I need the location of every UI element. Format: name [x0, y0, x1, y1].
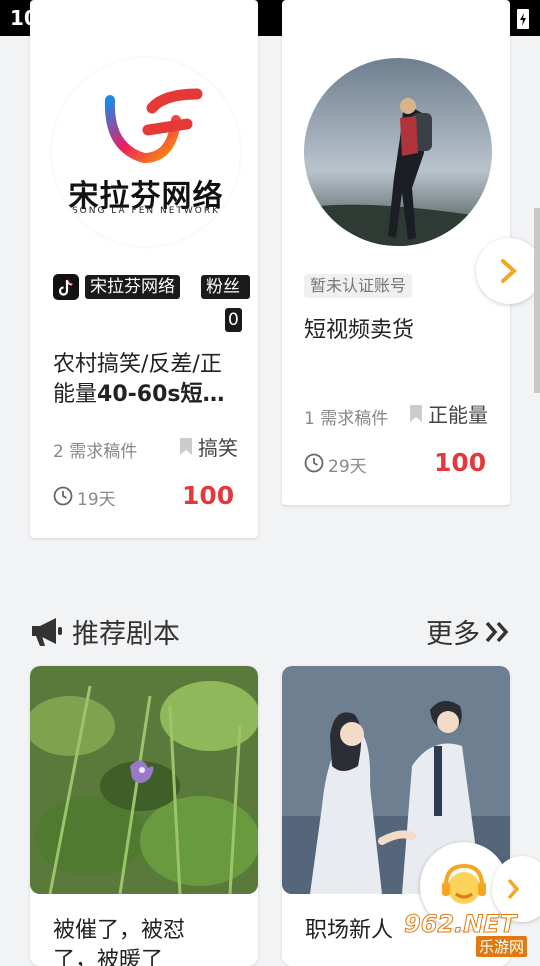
headset-icon: [442, 863, 486, 904]
watermark-brand: 962.NET: [403, 910, 517, 939]
hiker-photo-icon: [304, 58, 492, 246]
logo-subtext: SONG LA FEN NETWORK: [71, 206, 221, 216]
chevron-right-icon: [507, 878, 520, 900]
hiker-avatar: [304, 58, 492, 246]
account-tag: 宋拉芬网络: [85, 275, 180, 299]
card-title: 农村搞笑/反差/正 能量40-60s短…: [53, 352, 225, 407]
uf-logo-icon: [104, 88, 203, 164]
company-logo: 宋拉芬网络 SONG LA FEN NETWORK: [52, 58, 240, 246]
category-label: 正能量: [428, 403, 488, 427]
fans-count: 0: [225, 308, 242, 332]
chevron-right-icon: [501, 259, 517, 283]
clock-icon: [53, 486, 73, 506]
script-title: 职场新人: [305, 918, 394, 943]
tiktok-icon: [53, 274, 79, 300]
fans-tag: 粉丝: [201, 275, 250, 299]
script-title: 被催了，被怼 了，被暖了: [53, 918, 186, 966]
verification-badge: 暂未认证账号: [304, 274, 413, 298]
drafts-count: 1 需求稿件: [304, 409, 389, 429]
task-card[interactable]: 宋拉芬网络 SONG LA FEN NETWORK 宋拉芬网络 粉丝 0 农村搞…: [30, 0, 258, 538]
script-card[interactable]: 被催了，被怼 了，被暖了: [30, 666, 258, 966]
watermark: 962.NET 乐游网: [403, 910, 538, 960]
next-button[interactable]: [476, 238, 540, 304]
bookmark-icon: [410, 405, 422, 422]
double-chevron-right-icon[interactable]: [484, 620, 510, 644]
section-title: 推荐剧本: [72, 619, 180, 650]
scrollbar[interactable]: [534, 208, 540, 393]
task-card[interactable]: 暂未认证账号 短视频卖货 1 需求稿件 正能量 29天 100: [282, 0, 510, 505]
watermark-sub: 乐游网: [476, 936, 528, 957]
days-left: 19天: [77, 490, 116, 510]
megaphone-icon: [32, 618, 62, 646]
script-cover-image: [30, 666, 258, 894]
clock-icon: [304, 453, 324, 473]
days-left: 29天: [328, 457, 367, 477]
bookmark-icon: [180, 438, 192, 455]
price: 100: [434, 448, 487, 477]
more-link[interactable]: 更多: [426, 612, 480, 651]
category-label: 搞笑: [198, 436, 238, 460]
battery-icon: [517, 9, 529, 29]
card-title: 短视频卖货: [304, 318, 415, 343]
violet-flower-image: [30, 666, 258, 894]
price: 100: [182, 481, 235, 510]
drafts-count: 2 需求稿件: [53, 442, 138, 462]
